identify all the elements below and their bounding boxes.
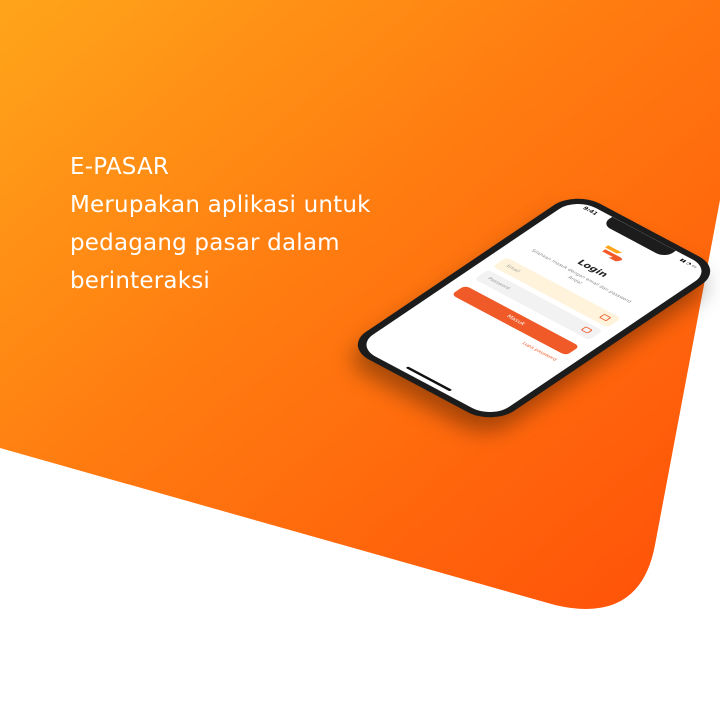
epasar-logo-icon xyxy=(602,245,623,262)
phone-mockup: 9:41 ▮▮ ◔ ▭ Login Silahkan masuk dengan … xyxy=(344,188,720,438)
tagline-line-1: Merupakan aplikasi untuk xyxy=(70,192,371,218)
tagline-line-2: pedagang pasar dalam xyxy=(70,230,340,256)
email-placeholder: Email xyxy=(504,264,522,274)
password-placeholder: Password xyxy=(485,276,512,291)
mail-icon xyxy=(598,313,612,322)
tagline-line-3: berinteraksi xyxy=(70,268,210,294)
status-time: 9:41 xyxy=(580,205,600,217)
lock-icon xyxy=(580,326,593,334)
status-icons: ▮▮ ◔ ▭ xyxy=(678,257,699,270)
headline: E-PASAR Merupakan aplikasi untuk pedagan… xyxy=(70,148,450,300)
app-name: E-PASAR xyxy=(70,154,170,180)
